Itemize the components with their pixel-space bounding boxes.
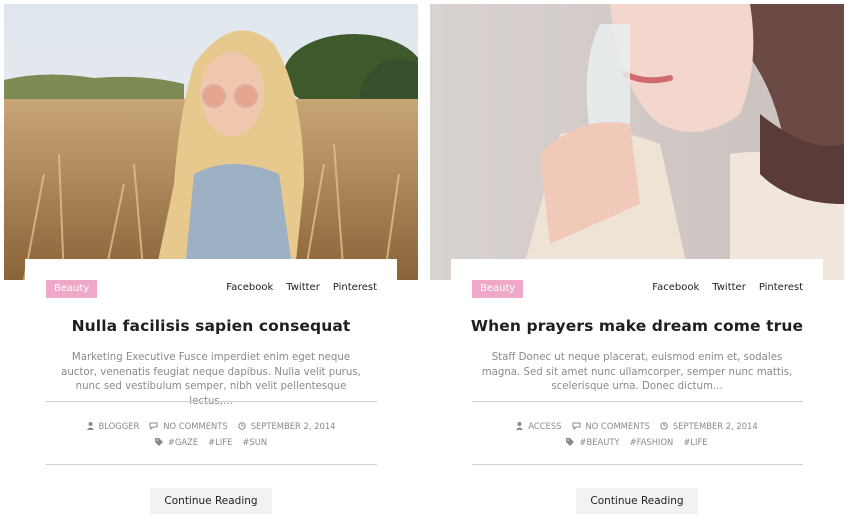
continue-reading-button[interactable]: Continue Reading (576, 488, 698, 514)
post-image[interactable] (430, 4, 844, 280)
post-excerpt: Staff Donec ut neque placerat, euismod e… (481, 352, 793, 392)
post-author[interactable]: BLOGGER (99, 421, 140, 431)
post-date: SEPTEMBER 2, 2014 (672, 421, 758, 431)
tag-link[interactable]: #SUN (242, 437, 267, 447)
share-facebook-link[interactable]: Facebook (652, 282, 699, 293)
divider (46, 401, 377, 402)
divider (472, 401, 803, 402)
share-links: Facebook Twitter Pinterest (226, 282, 377, 293)
post-meta: BLOGGER NO COMMENTS SEPTEMBER 2, 2014 #G… (25, 419, 397, 449)
tag-link[interactable]: #GAZE (168, 437, 198, 447)
share-facebook-link[interactable]: Facebook (226, 282, 273, 293)
category-badge[interactable]: Beauty (472, 280, 524, 298)
post-comments[interactable]: NO COMMENTS (163, 421, 227, 431)
post-date: SEPTEMBER 2, 2014 (250, 421, 336, 431)
comment-icon (149, 422, 158, 430)
user-icon (86, 422, 94, 430)
share-links: Facebook Twitter Pinterest (652, 282, 803, 293)
user-icon (516, 422, 524, 430)
share-twitter-link[interactable]: Twitter (712, 282, 746, 293)
share-pinterest-link[interactable]: Pinterest (759, 282, 803, 293)
post-card-1: Beauty Facebook Twitter Pinterest Nulla … (4, 4, 418, 525)
tag-link[interactable]: #LIFE (683, 437, 707, 447)
comment-icon (572, 422, 580, 430)
tag-link[interactable]: #BEAUTY (579, 437, 619, 447)
post-meta: ACCESS NO COMMENTS SEPTEMBER 2, 2014 #BE… (451, 419, 823, 449)
continue-reading-button[interactable]: Continue Reading (150, 488, 272, 514)
category-badge[interactable]: Beauty (46, 280, 98, 298)
share-twitter-link[interactable]: Twitter (286, 282, 320, 293)
post-card-2: Beauty Facebook Twitter Pinterest When p… (430, 4, 844, 525)
tag-icon (154, 438, 163, 446)
divider (472, 464, 803, 465)
share-pinterest-link[interactable]: Pinterest (333, 282, 377, 293)
tag-icon (566, 438, 575, 446)
clock-icon (238, 422, 246, 430)
post-title[interactable]: When prayers make dream come true (451, 317, 823, 335)
post-content: Beauty Facebook Twitter Pinterest When p… (451, 259, 823, 525)
tag-link[interactable]: #LIFE (208, 437, 232, 447)
post-author[interactable]: ACCESS (528, 421, 561, 431)
post-image[interactable] (4, 4, 418, 280)
post-content: Beauty Facebook Twitter Pinterest Nulla … (25, 259, 397, 525)
divider (46, 464, 377, 465)
clock-icon (660, 422, 668, 430)
post-title[interactable]: Nulla facilisis sapien consequat (25, 317, 397, 335)
post-comments[interactable]: NO COMMENTS (586, 421, 650, 431)
tag-link[interactable]: #FASHION (630, 437, 674, 447)
